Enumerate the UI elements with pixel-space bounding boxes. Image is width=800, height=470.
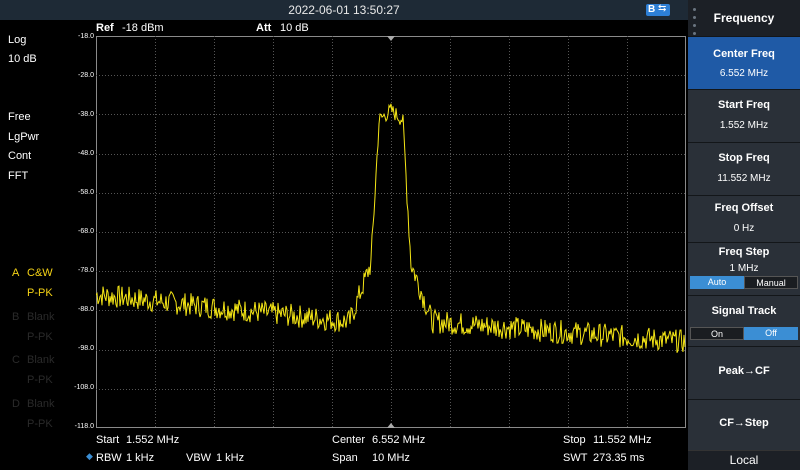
freq-step-label: Freq Step [718, 246, 770, 258]
freq-offset-button[interactable]: Freq Offset 0 Hz [688, 195, 800, 242]
att-value[interactable]: 10 dB [280, 22, 309, 34]
swt-value[interactable]: 273.35 ms [593, 452, 644, 464]
menu-title: Frequency [713, 11, 775, 25]
signal-track-on-option[interactable]: On [690, 327, 744, 340]
y-tick-label: -48.0 [78, 150, 94, 157]
center-freq-value: 6.552 MHz [719, 68, 769, 79]
swt-label: SWT [563, 452, 588, 464]
cf-step-button[interactable]: CF→Step [688, 399, 800, 450]
rbw-label: RBW [96, 452, 122, 464]
signal-track-off-option[interactable]: Off [744, 327, 798, 340]
stop-label: Stop [563, 434, 586, 446]
trace-b-detector: P-PK [27, 331, 53, 343]
y-tick-label: -38.0 [78, 111, 94, 118]
y-tick-label: -118.0 [74, 423, 94, 430]
att-label: Att [256, 22, 272, 34]
y-tick-label: -58.0 [78, 189, 94, 196]
vbw-value[interactable]: 1 kHz [216, 452, 244, 464]
trace-a-letter[interactable]: A [12, 267, 19, 279]
trace-c-name[interactable]: Blank [27, 354, 55, 366]
rbw-value[interactable]: 1 kHz [126, 452, 154, 464]
y-tick-label: -108.0 [74, 384, 94, 391]
trace-a-detector: P-PK [27, 287, 53, 299]
mode-cont: Cont [8, 150, 32, 162]
y-tick-label: -78.0 [78, 267, 94, 274]
trace-c-letter[interactable]: C [12, 354, 20, 366]
start-freq-button[interactable]: Start Freq 1.552 MHz [688, 89, 800, 142]
start-freq-label: Start Freq [718, 99, 770, 111]
signal-track-button[interactable]: Signal Track On Off [688, 295, 800, 346]
trace-d-letter[interactable]: D [12, 398, 20, 410]
freq-step-value: 1 MHz [729, 263, 759, 274]
start-freq-value: 1.552 MHz [719, 120, 769, 131]
trace-a [96, 103, 686, 353]
trace-d-name[interactable]: Blank [27, 398, 55, 410]
center-freq-label: Center Freq [713, 48, 775, 60]
local-button[interactable]: Local [688, 450, 800, 470]
usb-icon-letter: B [648, 4, 656, 15]
y-tick-label: -28.0 [78, 72, 94, 79]
freq-offset-value: 0 Hz [733, 223, 755, 234]
y-tick-label: -88.0 [78, 306, 94, 313]
grid [96, 36, 686, 428]
stop-freq-button[interactable]: Stop Freq 11.552 MHz [688, 142, 800, 195]
freq-step-auto-option[interactable]: Auto [690, 276, 744, 289]
freq-offset-label: Freq Offset [714, 202, 774, 214]
y-tick-label: -98.0 [78, 345, 94, 352]
trace-b-letter[interactable]: B [12, 311, 19, 323]
ref-value[interactable]: -18 dBm [122, 22, 164, 34]
vbw-label: VBW [186, 452, 212, 464]
cf-step-label: CF→Step [719, 417, 769, 429]
freq-step-manual-option[interactable]: Manual [744, 276, 798, 289]
start-label: Start [96, 434, 120, 446]
signal-track-label: Signal Track [711, 305, 777, 317]
center-freq-button[interactable]: Center Freq 6.552 MHz [688, 36, 800, 89]
mode-fft: FFT [8, 170, 29, 182]
span-value[interactable]: 10 MHz [372, 452, 410, 464]
stop-freq-value: 11.552 MHz [717, 173, 771, 184]
center-label: Center [332, 434, 366, 446]
usb-arrow-icon: ⇆ [658, 3, 667, 14]
mode-lgpwr: LgPwr [8, 131, 40, 143]
peak-cf-button[interactable]: Peak→CF [688, 346, 800, 399]
rbw-indicator-icon: ◆ [86, 451, 93, 461]
peak-cf-label: Peak→CF [718, 365, 770, 377]
span-label: Span [332, 452, 358, 464]
y-tick-label: -18.0 [78, 33, 94, 40]
stop-freq-label: Stop Freq [718, 152, 770, 164]
stop-value: 11.552 MHz [593, 434, 652, 446]
mode-free: Free [8, 111, 31, 123]
center-marker-bottom [387, 423, 395, 428]
scale-type: Log [8, 34, 27, 46]
trace-a-name[interactable]: C&W [27, 267, 53, 279]
center-marker-top [387, 36, 395, 41]
trace-c-detector: P-PK [27, 374, 53, 386]
spectrum-plot[interactable] [96, 36, 686, 428]
trace-d-detector: P-PK [27, 418, 53, 430]
datetime: 2022-06-01 13:50:27 [288, 3, 400, 17]
trace-b-name[interactable]: Blank [27, 311, 55, 323]
y-tick-label: -68.0 [78, 228, 94, 235]
start-value: 1.552 MHz [126, 434, 180, 446]
scale-div: 10 dB [8, 53, 37, 65]
ref-label: Ref [96, 22, 114, 34]
center-value: 6.552 MHz [372, 434, 426, 446]
freq-step-button[interactable]: Freq Step 1 MHz Auto Manual [688, 242, 800, 295]
